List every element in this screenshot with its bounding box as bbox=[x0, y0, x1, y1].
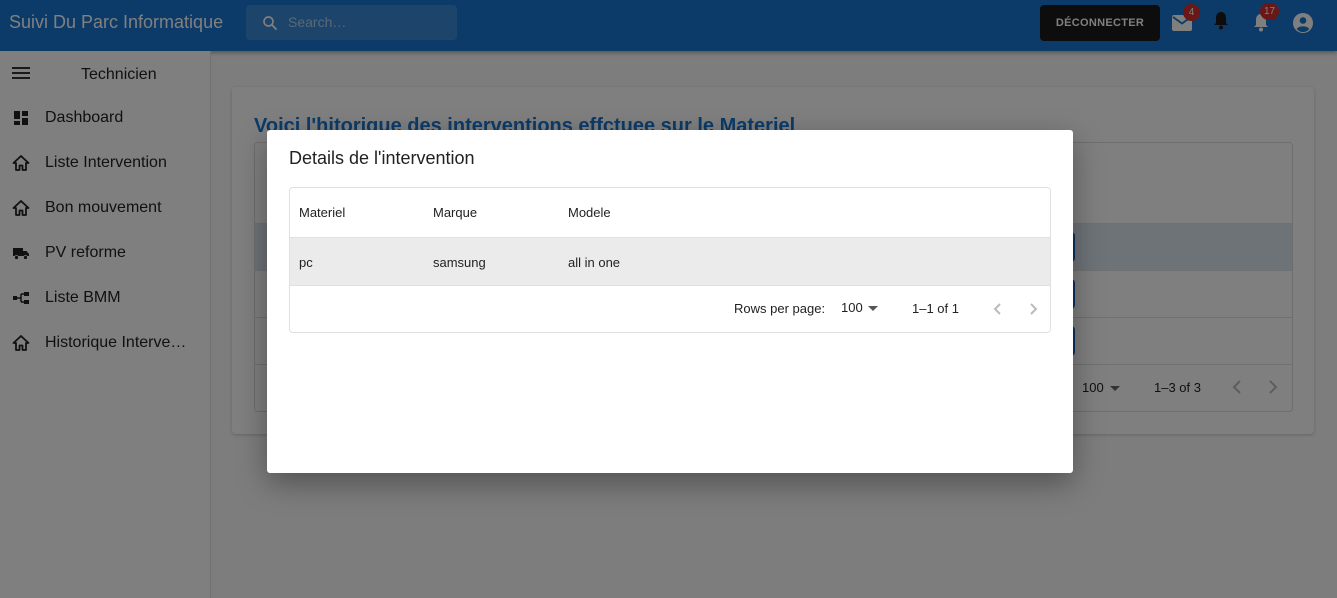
details-grid: Materiel Marque Modele pc samsung all in… bbox=[289, 187, 1051, 333]
cell-materiel: pc bbox=[299, 255, 313, 270]
cell-marque: samsung bbox=[433, 255, 486, 270]
column-header-marque[interactable]: Marque bbox=[433, 205, 477, 220]
chevron-right-icon[interactable] bbox=[1023, 299, 1043, 319]
rows-per-page-label: Rows per page: bbox=[734, 301, 826, 316]
grid-row[interactable]: pc samsung all in one bbox=[290, 238, 1050, 286]
grid-pagination: Rows per page: 100 1–1 of 1 bbox=[290, 286, 1050, 332]
rows-per-page-select[interactable]: 100 bbox=[841, 300, 863, 315]
dialog-title: Details de l'intervention bbox=[289, 148, 475, 168]
grid-header-row: Materiel Marque Modele bbox=[290, 188, 1050, 238]
pagination-range: 1–1 of 1 bbox=[912, 301, 959, 316]
dropdown-arrow-icon bbox=[868, 306, 878, 311]
chevron-left-icon[interactable] bbox=[988, 299, 1008, 319]
cell-modele: all in one bbox=[568, 255, 621, 270]
column-header-materiel[interactable]: Materiel bbox=[299, 205, 345, 220]
column-header-modele[interactable]: Modele bbox=[568, 205, 611, 220]
intervention-details-dialog: Details de l'intervention Materiel Marqu… bbox=[267, 130, 1073, 473]
